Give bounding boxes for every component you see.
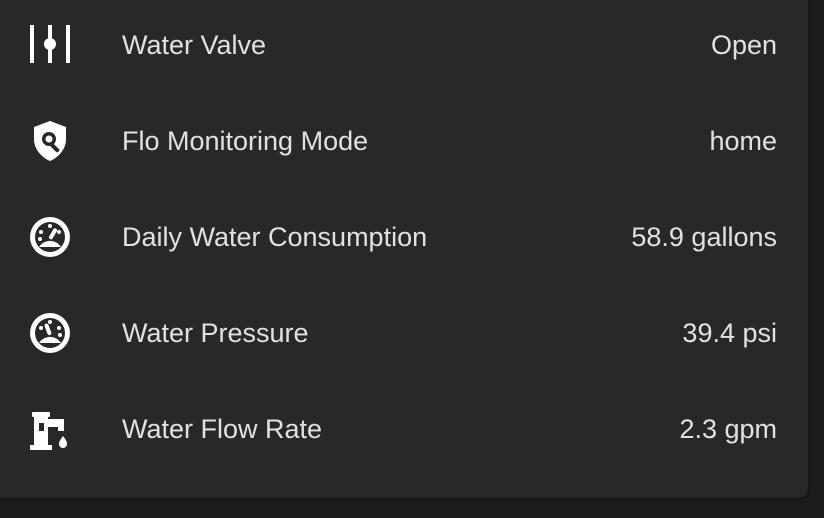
- entity-row-flow-rate[interactable]: Water Flow Rate 2.3 gpm: [0, 381, 808, 477]
- valve-icon: [26, 21, 74, 69]
- entity-name: Water Flow Rate: [122, 414, 323, 444]
- entity-row-water-pressure[interactable]: Water Pressure 39.4 psi: [0, 285, 808, 381]
- entity-name: Flo Monitoring Mode: [122, 126, 369, 156]
- gauge-icon: [26, 309, 74, 357]
- gauge-icon: [26, 213, 74, 261]
- entity-name: Water Pressure: [122, 318, 309, 348]
- entity-row-daily-consumption[interactable]: Daily Water Consumption 58.9 gallons: [0, 189, 808, 285]
- entity-state: 39.4 psi: [682, 318, 777, 348]
- shield-search-icon: [26, 117, 74, 165]
- entity-name: Water Valve: [122, 30, 267, 60]
- entity-row-water-valve[interactable]: Water Valve Open: [0, 0, 808, 93]
- entity-state: Open: [710, 30, 777, 60]
- entity-state: 2.3 gpm: [679, 414, 777, 444]
- entities-card: Water Valve Open Flo Monitoring Mode hom…: [0, 0, 808, 498]
- entity-state: 58.9 gallons: [631, 222, 777, 252]
- entity-name: Daily Water Consumption: [122, 222, 428, 252]
- water-pump-icon: [26, 405, 74, 453]
- entity-state: home: [709, 126, 777, 156]
- entity-row-monitoring-mode[interactable]: Flo Monitoring Mode home: [0, 93, 808, 189]
